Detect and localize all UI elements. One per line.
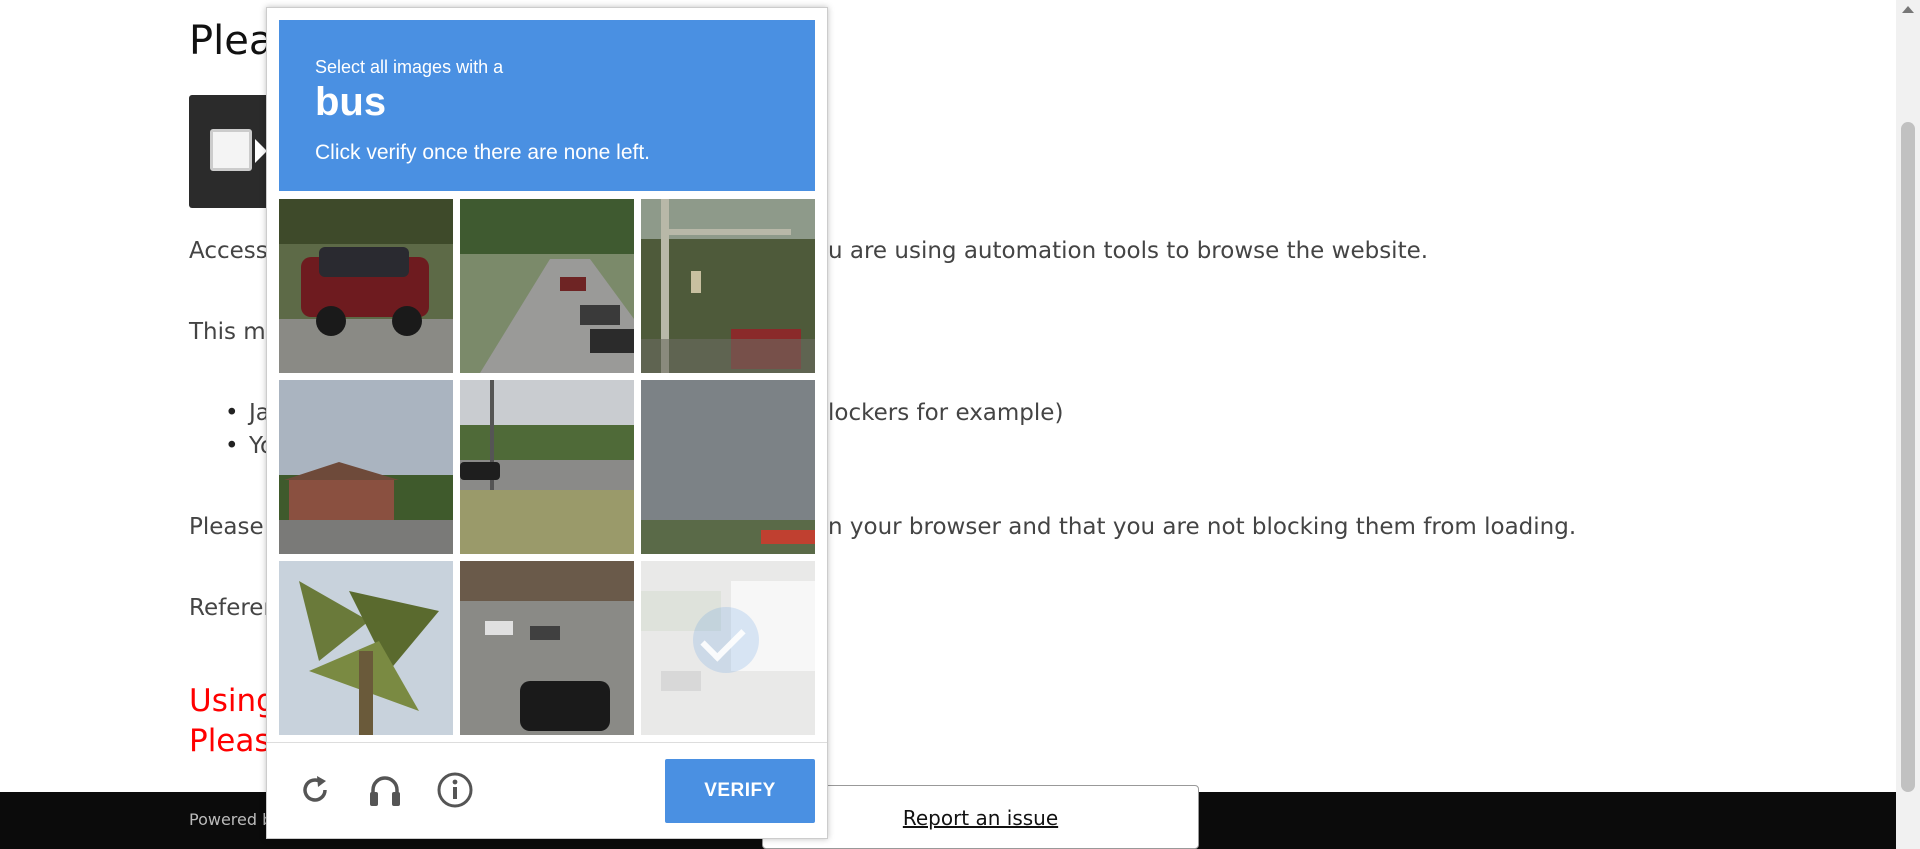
- instruction-paragraph: Please: [189, 514, 264, 540]
- captcha-instruction: Select all images with a: [315, 57, 504, 77]
- captcha-divider: [267, 742, 827, 743]
- reload-icon: [303, 776, 327, 802]
- instruction-paragraph-right: n your browser and that you are not bloc…: [828, 514, 1577, 540]
- tile-image-building: [279, 380, 453, 554]
- tile-image-sky: [641, 380, 815, 554]
- tile-image-road: [460, 199, 634, 373]
- captcha-tile-3[interactable]: [641, 199, 815, 373]
- captcha-tile-6[interactable]: [641, 380, 815, 554]
- checkbox[interactable]: [210, 129, 252, 171]
- captcha-header: Select all images with a bus Click verif…: [279, 20, 815, 191]
- captcha-tile-8[interactable]: [460, 561, 634, 735]
- captcha-tile-4[interactable]: [279, 380, 453, 554]
- bullet-item-1-right: lockers for example): [828, 400, 1064, 426]
- captcha-tile-9[interactable]: [641, 561, 815, 735]
- scroll-up-arrow[interactable]: [1902, 6, 1914, 13]
- scrollbar[interactable]: [1896, 0, 1920, 849]
- audio-button[interactable]: [365, 770, 405, 810]
- captcha-target-object: bus: [315, 80, 387, 124]
- reload-button[interactable]: [295, 770, 335, 810]
- scroll-thumb[interactable]: [1901, 122, 1915, 792]
- captcha-tile-1[interactable]: [279, 199, 453, 373]
- verify-button[interactable]: VERIFY: [665, 759, 815, 823]
- tile-image-car: [279, 199, 453, 373]
- captcha-grid: [279, 199, 815, 740]
- access-paragraph: Access: [189, 238, 268, 264]
- report-issue-link[interactable]: Report an issue: [763, 806, 1198, 830]
- access-paragraph-right: u are using automation tools to browse t…: [828, 238, 1429, 264]
- captcha-tile-2[interactable]: [460, 199, 634, 373]
- tile-image-traffic-light: [641, 199, 815, 373]
- captcha-challenge: Select all images with a bus Click verif…: [266, 7, 828, 839]
- info-button[interactable]: [435, 770, 475, 810]
- tile-image-intersection: [460, 561, 634, 735]
- powered-by-text: Powered b: [189, 810, 273, 829]
- warning-text-1: Using: [189, 683, 276, 719]
- reference-paragraph: Referer: [189, 595, 273, 621]
- info-icon: [437, 772, 473, 808]
- captcha-subtext: Click verify once there are none left.: [315, 141, 650, 164]
- tile-image-palm-tree: [279, 561, 453, 735]
- captcha-tile-7[interactable]: [279, 561, 453, 735]
- headphones-icon: [370, 776, 400, 806]
- tile-image-field: [460, 380, 634, 554]
- captcha-tile-5[interactable]: [460, 380, 634, 554]
